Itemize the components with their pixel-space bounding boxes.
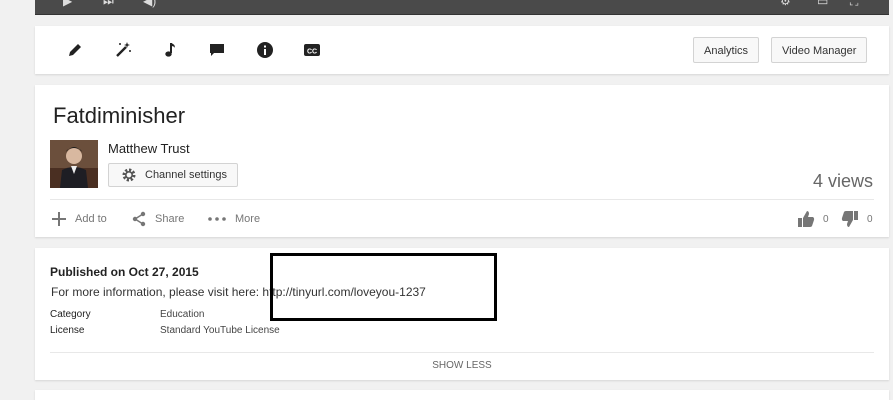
plus-icon (52, 212, 66, 226)
next-icon[interactable]: ⏭ (103, 0, 114, 8)
meta-value-category[interactable]: Education (160, 309, 204, 320)
divider (50, 352, 874, 353)
show-less-button[interactable]: SHOW LESS (35, 360, 889, 371)
next-card-edge (35, 390, 889, 400)
info-icon[interactable] (255, 40, 275, 60)
creator-toolbar: CC Analytics Video Manager (35, 26, 889, 74)
video-manager-button[interactable]: Video Manager (771, 37, 868, 63)
video-title: Fatdiminisher (53, 103, 186, 128)
theater-icon[interactable]: ▭ (817, 0, 828, 8)
add-to-button[interactable]: Add to (51, 211, 107, 227)
channel-settings-button[interactable]: Channel settings (108, 163, 238, 187)
comment-icon[interactable] (207, 40, 227, 60)
analytics-button[interactable]: Analytics (693, 37, 760, 63)
svg-text:CC: CC (307, 49, 317, 56)
video-info-card: Fatdiminisher Matthew Trust Channel sett… (35, 85, 889, 237)
share-icon (132, 211, 146, 227)
meta-label-category: Category (50, 309, 91, 320)
meta-label-license: License (50, 325, 85, 336)
avatar[interactable] (50, 140, 98, 188)
channel-settings-label: Channel settings (145, 169, 227, 181)
video-player-controls: ▶ ⏭ ◀) ⚙ ▭ ⛶ (35, 0, 889, 15)
volume-icon[interactable]: ◀) (143, 0, 156, 8)
like-button[interactable]: 0 (797, 210, 829, 228)
more-button[interactable]: More (207, 211, 260, 227)
divider (50, 199, 874, 200)
dislike-button[interactable]: 0 (841, 210, 873, 228)
cc-icon[interactable]: CC (302, 40, 322, 60)
gear-icon (121, 167, 137, 186)
dislike-count: 0 (867, 213, 873, 225)
music-note-icon[interactable] (161, 40, 181, 60)
share-button[interactable]: Share (131, 211, 184, 227)
settings-icon[interactable]: ⚙ (780, 0, 791, 8)
thumbs-down-icon (841, 211, 858, 227)
channel-owner-name[interactable]: Matthew Trust (108, 141, 190, 156)
thumbs-up-icon (798, 211, 815, 227)
magic-wand-icon[interactable] (113, 40, 133, 60)
more-label: More (235, 213, 261, 225)
pencil-icon[interactable] (65, 40, 85, 60)
publish-date: Published on Oct 27, 2015 (50, 265, 199, 279)
like-count: 0 (823, 213, 829, 225)
share-label: Share (155, 213, 185, 225)
meta-value-license: Standard YouTube License (160, 325, 280, 336)
fullscreen-icon[interactable]: ⛶ (850, 0, 858, 8)
more-dots-icon (208, 217, 226, 221)
play-icon[interactable]: ▶ (63, 0, 72, 8)
add-to-label: Add to (75, 213, 107, 225)
view-count: 4 views (812, 171, 873, 191)
highlight-box (270, 253, 497, 321)
